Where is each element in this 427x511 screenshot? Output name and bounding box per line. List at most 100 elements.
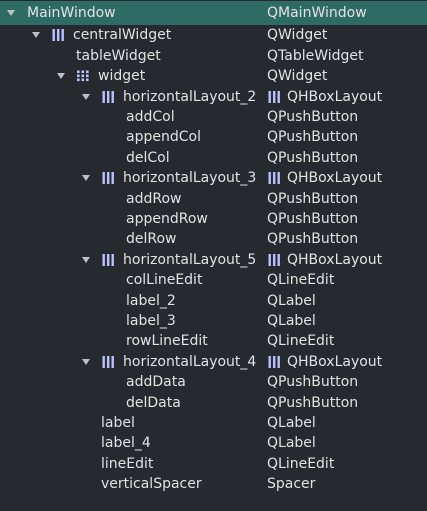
hbox-layout-icon [267, 172, 281, 185]
object-name-cell: rowLineEdit [0, 331, 262, 351]
tree-row-delcol[interactable]: delCol QPushButton [0, 148, 427, 168]
tree-row-adddata[interactable]: addData QPushButton [0, 372, 427, 392]
class-name-label: QWidget [267, 68, 328, 85]
tree-row-horizontallayout-3[interactable]: horizontalLayout_3 QHBoxLayout [0, 168, 427, 188]
class-name-label: Spacer [267, 476, 316, 493]
class-name-cell: QLabel [267, 413, 316, 433]
tree-row-mainwindow[interactable]: MainWindow QMainWindow [0, 1, 427, 25]
expand-arrow-icon[interactable] [56, 66, 66, 86]
object-name-label: addCol [126, 109, 175, 125]
object-name-cell: label_2 [0, 291, 262, 311]
tree-row-label-2[interactable]: label_2 QLabel [0, 291, 427, 311]
object-name-cell: appendCol [0, 127, 262, 147]
hbox-layout-icon [101, 352, 115, 372]
object-name-cell: label [0, 413, 262, 433]
class-name-cell: QLineEdit [267, 270, 334, 290]
tree-row-horizontallayout-5[interactable]: horizontalLayout_5 QHBoxLayout [0, 250, 427, 270]
tree-row-label[interactable]: label QLabel [0, 413, 427, 433]
class-name-label: QHBoxLayout [287, 170, 383, 187]
object-name-label: lineEdit [101, 455, 154, 472]
object-name-label: horizontalLayout_3 [123, 170, 257, 187]
tree-row-label-3[interactable]: label_3 QLabel [0, 311, 427, 331]
class-name-label: QHBoxLayout [287, 251, 383, 268]
class-name-cell: QPushButton [267, 393, 358, 413]
tree-row-horizontallayout-2[interactable]: horizontalLayout_2 QHBoxLayout [0, 87, 427, 107]
grid-layout-icon [76, 66, 90, 86]
class-name-label: QPushButton [267, 211, 359, 227]
object-name-cell: delCol [0, 148, 262, 168]
class-name-cell: QPushButton [267, 127, 358, 147]
class-name-cell: QHBoxLayout [267, 250, 382, 270]
object-name-cell: centralWidget [0, 25, 262, 45]
class-name-cell: QMainWindow [267, 1, 367, 25]
object-name-label: MainWindow [27, 5, 116, 21]
class-name-cell: QLabel [267, 291, 316, 311]
object-name-cell: appendRow [0, 209, 262, 229]
expand-arrow-icon[interactable] [31, 25, 41, 45]
class-name-cell: QHBoxLayout [267, 168, 382, 188]
object-name-label: horizontalLayout_4 [123, 353, 257, 370]
class-name-label: QPushButton [267, 374, 359, 391]
tree-row-addcol[interactable]: addCol QPushButton [0, 107, 427, 127]
expand-arrow-icon[interactable] [81, 87, 91, 107]
tree-row-tablewidget[interactable]: tableWidget QTableWidget [0, 46, 427, 66]
expand-arrow-icon[interactable] [6, 1, 16, 25]
tree-row-label-4[interactable]: label_4 QLabel [0, 433, 427, 453]
tree-row-centralwidget[interactable]: centralWidget QWidget [0, 25, 427, 45]
tree-row-horizontallayout-4[interactable]: horizontalLayout_4 QHBoxLayout [0, 352, 427, 372]
expand-arrow-icon[interactable] [81, 250, 91, 270]
tree-row-appendcol[interactable]: appendCol QPushButton [0, 127, 427, 147]
object-name-label: label [101, 415, 135, 431]
object-name-cell: horizontalLayout_3 [0, 168, 262, 188]
tree-row-appendrow[interactable]: appendRow QPushButton [0, 209, 427, 229]
class-name-label: QLabel [267, 313, 316, 329]
class-name-cell: QHBoxLayout [267, 87, 382, 107]
class-name-label: QMainWindow [267, 5, 367, 21]
object-name-label: widget [98, 68, 146, 85]
expand-arrow-icon[interactable] [81, 168, 91, 188]
class-name-cell: QPushButton [267, 372, 358, 392]
class-name-label: QPushButton [267, 394, 359, 411]
class-name-cell: QPushButton [267, 209, 358, 229]
tree-row-collineedit[interactable]: colLineEdit QLineEdit [0, 270, 427, 290]
tree-row-rowlineedit[interactable]: rowLineEdit QLineEdit [0, 331, 427, 351]
object-name-label: colLineEdit [126, 272, 203, 289]
object-name-cell: tableWidget [0, 46, 262, 66]
object-name-cell: label_4 [0, 433, 262, 453]
object-name-cell: MainWindow [0, 1, 262, 25]
class-name-label: QLabel [267, 292, 316, 309]
class-name-label: QPushButton [267, 149, 359, 166]
class-name-cell: QPushButton [267, 107, 358, 127]
object-name-cell: verticalSpacer [0, 474, 262, 494]
expand-arrow-icon[interactable] [81, 352, 91, 372]
class-name-label: QPushButton [267, 109, 359, 125]
tree-row-widget[interactable]: widget QWidget [0, 66, 427, 86]
class-name-label: QLineEdit [267, 272, 335, 289]
object-name-label: delCol [126, 149, 170, 166]
class-name-label: QPushButton [267, 231, 359, 248]
class-name-cell: QPushButton [267, 189, 358, 209]
object-name-cell: lineEdit [0, 454, 262, 474]
class-name-label: QHBoxLayout [287, 88, 383, 105]
tree-row-deldata[interactable]: delData QPushButton [0, 393, 427, 413]
class-name-label: QPushButton [267, 190, 359, 207]
class-name-label: QLineEdit [267, 333, 335, 350]
class-name-label: QLabel [267, 435, 316, 452]
hbox-layout-icon [267, 253, 281, 266]
object-name-label: centralWidget [73, 27, 172, 44]
class-name-label: QLabel [267, 415, 316, 431]
class-name-cell: QLabel [267, 311, 316, 331]
class-name-cell: QLineEdit [267, 331, 334, 351]
hbox-layout-icon [101, 87, 115, 107]
tree-row-delrow[interactable]: delRow QPushButton [0, 229, 427, 249]
tree-row-lineedit[interactable]: lineEdit QLineEdit [0, 454, 427, 474]
class-name-cell: QHBoxLayout [267, 352, 382, 372]
object-name-label: horizontalLayout_5 [123, 251, 257, 268]
hbox-layout-icon [101, 250, 115, 270]
object-name-label: rowLineEdit [126, 333, 208, 350]
object-name-label: delRow [126, 231, 177, 248]
object-name-cell: addRow [0, 189, 262, 209]
object-name-cell: addData [0, 372, 262, 392]
tree-row-verticalspacer[interactable]: verticalSpacer Spacer [0, 474, 427, 494]
tree-row-addrow[interactable]: addRow QPushButton [0, 189, 427, 209]
